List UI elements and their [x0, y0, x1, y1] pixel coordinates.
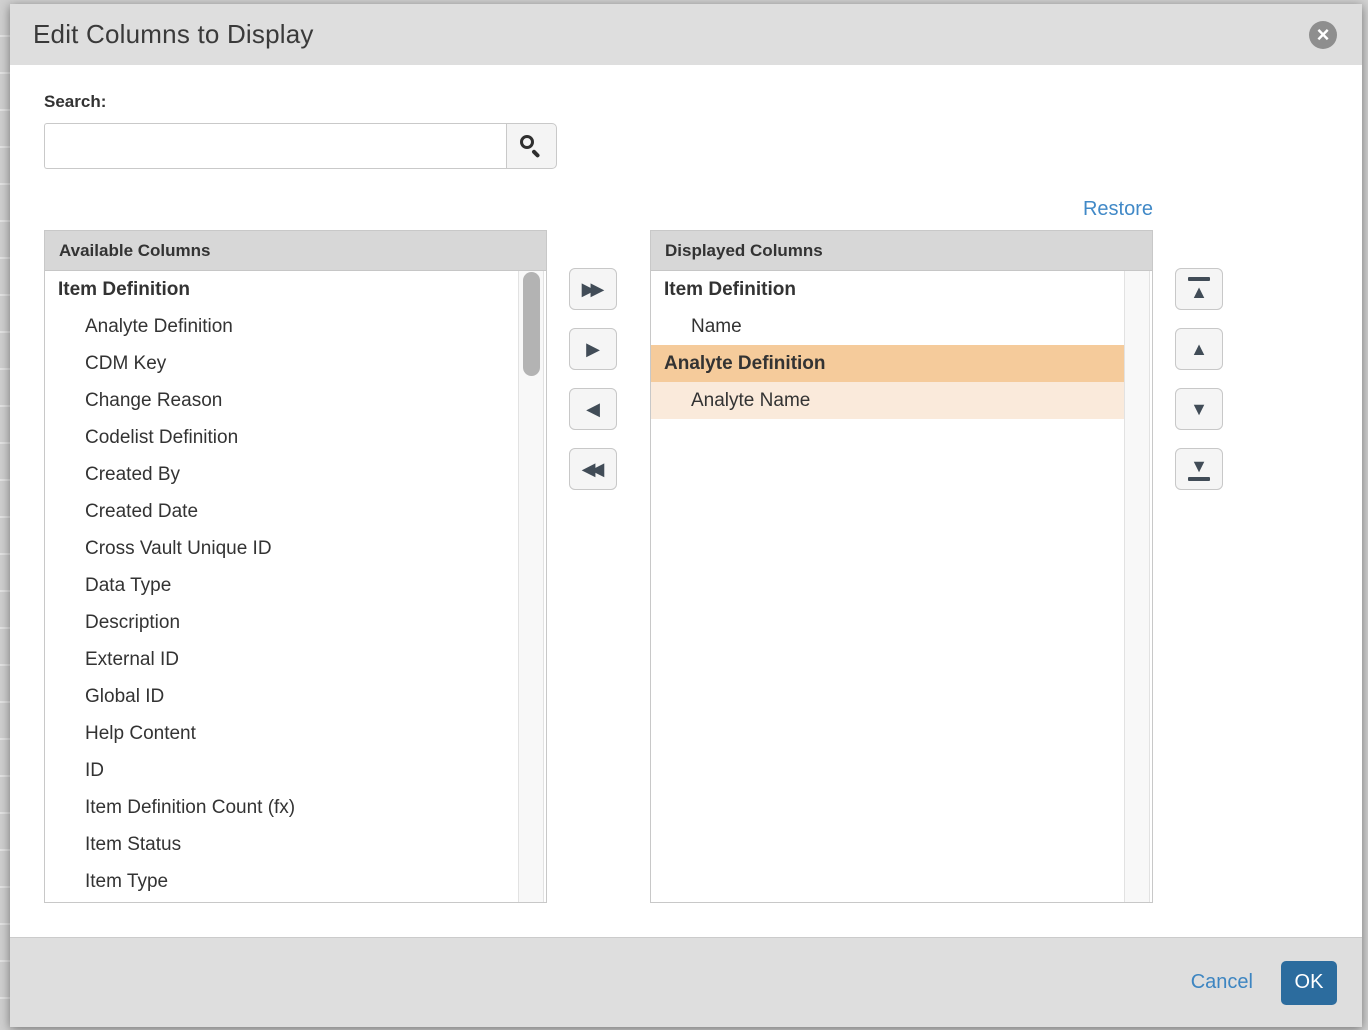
arrow-left-icon: ◀ — [586, 400, 600, 418]
move-left-button[interactable]: ◀ — [569, 388, 617, 430]
available-scrollbar-thumb[interactable] — [523, 272, 540, 376]
dialog-header: Edit Columns to Display × — [10, 4, 1362, 65]
cancel-button[interactable]: Cancel — [1191, 971, 1253, 994]
double-arrow-right-icon: ▶▶ — [582, 280, 600, 298]
arrow-up-icon: ▲ — [1190, 283, 1208, 301]
list-item[interactable]: Item Definition — [45, 271, 546, 308]
arrow-down-icon: ▼ — [1190, 457, 1208, 475]
displayed-columns-panel: Displayed Columns Item DefinitionNameAna… — [650, 230, 1153, 903]
restore-link[interactable]: Restore — [1078, 198, 1153, 221]
dialog-footer: Cancel OK — [10, 937, 1362, 1027]
list-item[interactable]: Help Content — [45, 715, 546, 752]
available-columns-header: Available Columns — [45, 231, 546, 271]
list-item[interactable]: Analyte Definition — [651, 345, 1124, 382]
list-item[interactable]: Item Status — [45, 826, 546, 863]
list-item[interactable]: Description — [45, 604, 546, 641]
search-icon — [520, 135, 544, 159]
list-item[interactable]: Created By — [45, 456, 546, 493]
list-item[interactable]: Cross Vault Unique ID — [45, 530, 546, 567]
move-to-top-button[interactable]: ▲ — [1175, 268, 1223, 310]
screen: Edit Columns to Display × Search: Restor… — [0, 0, 1368, 1030]
list-item[interactable]: Item Definition Count (fx) — [45, 789, 546, 826]
list-item[interactable]: Change Reason — [45, 382, 546, 419]
bottom-bar-icon — [1188, 477, 1210, 481]
displayed-scrollbar-track[interactable] — [1124, 271, 1150, 902]
list-item[interactable]: External ID — [45, 641, 546, 678]
move-right-button[interactable]: ▶ — [569, 328, 617, 370]
list-item[interactable]: Name — [651, 308, 1124, 345]
close-icon[interactable]: × — [1309, 21, 1337, 49]
available-columns-list: Item DefinitionAnalyte DefinitionCDM Key… — [45, 271, 546, 902]
search-button[interactable] — [506, 123, 557, 169]
list-item[interactable]: Created Date — [45, 493, 546, 530]
edit-columns-dialog: Edit Columns to Display × Search: Restor… — [10, 4, 1362, 1027]
dialog-title: Edit Columns to Display — [33, 19, 314, 50]
list-item[interactable]: Analyte Name — [651, 382, 1124, 419]
move-up-button[interactable]: ▲ — [1175, 328, 1223, 370]
arrow-up-icon: ▲ — [1190, 340, 1208, 358]
list-item[interactable]: CDM Key — [45, 345, 546, 382]
search-label: Search: — [44, 92, 106, 112]
available-columns-panel: Available Columns Item DefinitionAnalyte… — [44, 230, 547, 903]
displayed-columns-list: Item DefinitionNameAnalyte DefinitionAna… — [651, 271, 1152, 902]
displayed-columns-header: Displayed Columns — [651, 231, 1152, 271]
arrow-right-icon: ▶ — [586, 340, 600, 358]
list-item[interactable]: Global ID — [45, 678, 546, 715]
move-all-left-button[interactable]: ◀◀ — [569, 448, 617, 490]
list-item[interactable]: Codelist Definition — [45, 419, 546, 456]
list-item[interactable]: Data Type — [45, 567, 546, 604]
list-item[interactable]: Analyte Definition — [45, 308, 546, 345]
list-item[interactable]: Item Definition — [651, 271, 1124, 308]
move-down-button[interactable]: ▼ — [1175, 388, 1223, 430]
list-item[interactable]: Item Type — [45, 863, 546, 900]
search-group — [44, 123, 557, 169]
list-item[interactable]: ID — [45, 752, 546, 789]
available-scrollbar-track[interactable] — [518, 271, 544, 902]
top-bar-icon — [1188, 277, 1210, 281]
move-all-right-button[interactable]: ▶▶ — [569, 268, 617, 310]
move-to-bottom-button[interactable]: ▼ — [1175, 448, 1223, 490]
double-arrow-left-icon: ◀◀ — [582, 460, 600, 478]
ok-button[interactable]: OK — [1281, 961, 1337, 1005]
search-input[interactable] — [44, 123, 506, 169]
arrow-down-icon: ▼ — [1190, 400, 1208, 418]
